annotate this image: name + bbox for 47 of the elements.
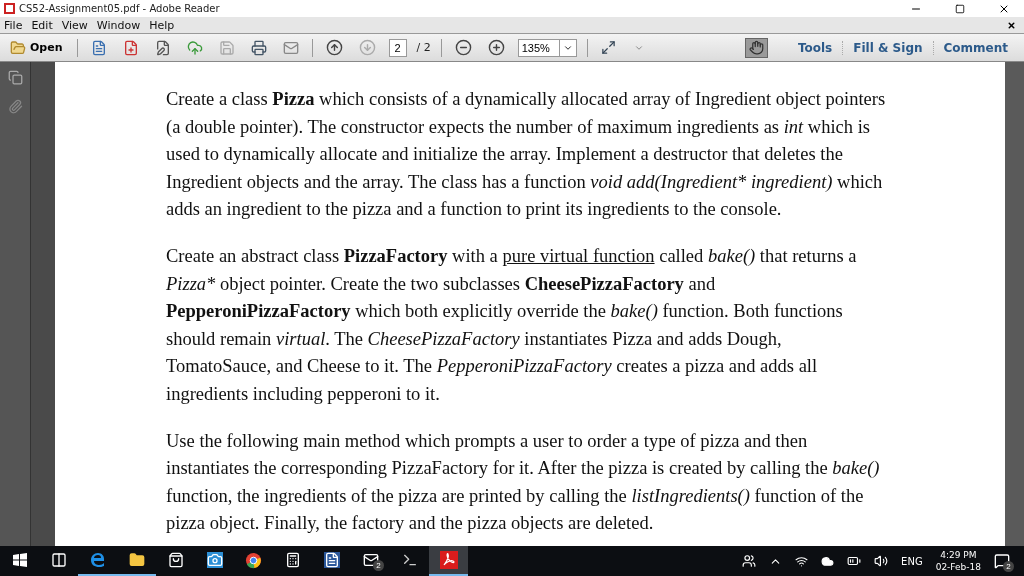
language-indicator[interactable]: ENG — [901, 555, 923, 567]
pane-tab[interactable]: Fill & Sign — [842, 40, 933, 55]
paragraph: Create a class Pizza which consists of a dynamically allocated array of Ingredient object pointers (a double pointer). The constructor expects the number of maximum ingredients as int which is used to dynamically allocate and initialize the array. Implement a destructor that deletes the Ingredient objects and the array. The class has a function void add(Ingredient* ingredient) which adds an ingredient to the pizza and a function to print its ingredients to the console. — [166, 88, 887, 222]
document-icon — [323, 552, 340, 568]
battery-icon — [847, 554, 862, 568]
paragraph: Create an abstract class PizzaFactory with a pure virtual function called bake() that returns a Pizza* object pointer. Create the two subclasses CheesePizzaFactory and PepperoniPizzaFactory which both explicitly override the bake() function. Both functions should remain virtual. The CheesePizzaFactory instantiates Pizza and adds Dough, TomatoSauce, and Cheese to it. The PepperoniPizzaFactory creates a pizza and adds all ingredients including pepperoni to it. — [166, 244, 858, 406]
count-badge: 2 — [373, 560, 384, 571]
terminal-icon — [401, 552, 418, 568]
zoom-field[interactable]: 135% — [517, 38, 560, 57]
folder-icon — [10, 39, 26, 56]
windows-logo-icon — [12, 553, 27, 567]
camera-icon — [206, 552, 223, 568]
window-title: CS52-Assignment05.pdf - Adobe Reader — [19, 3, 221, 14]
shopping-bag-icon — [167, 552, 184, 568]
taskbar-app-button[interactable] — [429, 546, 468, 576]
clock-time: 4:29 PM — [940, 549, 977, 561]
open-button[interactable]: Open — [6, 39, 67, 56]
pdf-logo-icon — [4, 3, 15, 14]
pages-icon — [7, 70, 23, 85]
letter-e-logo-icon — [88, 551, 107, 569]
menu-item[interactable]: Edit — [31, 18, 53, 32]
hand-tool-button[interactable] — [744, 37, 768, 58]
zoom-dropdown-button[interactable] — [559, 38, 577, 57]
wifi-icon — [795, 554, 809, 568]
pane-tab[interactable]: Tools — [787, 40, 843, 55]
menu-item[interactable]: File — [4, 18, 23, 32]
restore-icon — [955, 3, 965, 14]
page-number-field[interactable]: 2 — [388, 38, 407, 57]
menu-item[interactable]: Help — [149, 18, 175, 32]
paragraph: Use the following main method which prompts a user to order a type of pizza and then instantiates the corresponding PizzaFactory for it. After the pizza is created by calling the bake() function, the ingredients of the pizza are printed by calling the listIngredients() function of the pizza object. Finally, the factory and the pizza objects are deleted. — [166, 429, 881, 536]
folder-icon — [128, 552, 145, 568]
calculator-icon — [284, 552, 301, 568]
page-total: / 2 — [416, 41, 431, 54]
browser-logo-icon — [245, 551, 262, 569]
taskbar-app-button[interactable]: 2 — [351, 546, 390, 576]
pane-tab[interactable]: Comment — [932, 40, 1018, 55]
close-icon — [1007, 20, 1016, 30]
speaker-icon — [874, 554, 889, 568]
task-view-icon — [50, 552, 67, 568]
clock-date: 02-Feb-18 — [935, 561, 981, 573]
cloud-icon — [821, 554, 835, 568]
count-badge: 2 — [1003, 561, 1014, 572]
menu-item[interactable]: View — [61, 18, 88, 32]
paperclip-icon — [7, 99, 23, 114]
people-icon — [742, 554, 757, 568]
pdf-logo-icon — [439, 551, 458, 569]
menu-item[interactable]: Window — [96, 18, 141, 32]
